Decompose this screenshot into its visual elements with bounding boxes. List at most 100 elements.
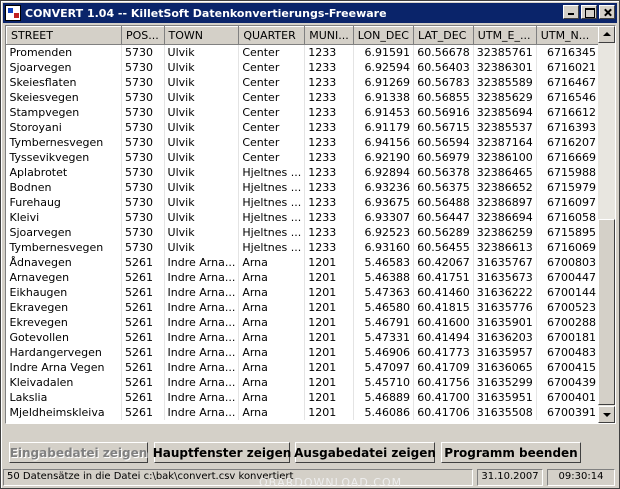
cell-lon-dec[interactable]: 5.46388	[353, 269, 415, 285]
cell-utm-n[interactable]: 6715895	[536, 224, 600, 240]
cell-lat-dec[interactable]: 60.56715	[413, 119, 474, 135]
cell-municipality[interactable]: 1233	[304, 194, 354, 210]
cell-postcode[interactable]: 5730	[121, 74, 165, 90]
cell-quarter[interactable]: Arna	[238, 404, 306, 420]
cell-lat-dec[interactable]: 60.41700	[413, 389, 474, 405]
cell-quarter[interactable]: Arna	[238, 359, 306, 375]
cell-quarter[interactable]: Arna	[238, 299, 306, 315]
cell-utm-n[interactable]: 6700415	[536, 359, 600, 375]
cell-lon-dec[interactable]: 6.93675	[353, 194, 415, 210]
cell-lon-dec[interactable]: 5.45710	[353, 374, 415, 390]
cell-street[interactable]: Eikhaugen	[6, 284, 123, 300]
cell-town[interactable]: Ulvik	[164, 89, 240, 105]
table-row[interactable]: Lakslia 5261 Indre Arna... Arna 1201 5.46889 6…	[6, 389, 600, 405]
cell-town[interactable]: Indre Arna...	[164, 329, 240, 345]
cell-town[interactable]: Indre Arna...	[164, 314, 240, 330]
cell-postcode[interactable]: 5730	[121, 149, 165, 165]
cell-utm-e[interactable]: 32386613	[473, 239, 537, 255]
table-row[interactable]: Sjoarvegen 5730 Ulvik Hjeltnes ... 1233 6.925…	[6, 224, 600, 240]
cell-lat-dec[interactable]: 60.56855	[413, 89, 474, 105]
cell-postcode[interactable]: 5261	[121, 389, 165, 405]
cell-municipality[interactable]: 1201	[304, 254, 354, 270]
cell-municipality[interactable]: 1201	[304, 389, 354, 405]
cell-utm-e[interactable]: 31635776	[473, 299, 537, 315]
cell-utm-e[interactable]: 32386259	[473, 224, 537, 240]
cell-town[interactable]: Ulvik	[164, 104, 240, 120]
cell-quarter[interactable]: Arna	[238, 374, 306, 390]
cell-utm-e[interactable]: 32385537	[473, 119, 537, 135]
maximize-icon[interactable]	[581, 5, 597, 19]
cell-quarter[interactable]: Arna	[238, 389, 306, 405]
table-row[interactable]: Skeiesvegen 5730 Ulvik Center 1233 6.91338 60.…	[6, 89, 600, 105]
cell-postcode[interactable]: 5261	[121, 344, 165, 360]
cell-municipality[interactable]: 1233	[304, 209, 354, 225]
cell-utm-n[interactable]: 6716669	[536, 149, 600, 165]
cell-utm-e[interactable]: 31635299	[473, 374, 537, 390]
cell-lat-dec[interactable]: 60.56678	[413, 44, 474, 60]
cell-lat-dec[interactable]: 60.56455	[413, 239, 474, 255]
cell-lon-dec[interactable]: 6.91269	[353, 74, 415, 90]
cell-quarter[interactable]: Center	[238, 119, 306, 135]
table-row[interactable]: Skeiesflaten 5730 Ulvik Center 1233 6.91269 60…	[6, 74, 600, 90]
cell-utm-n[interactable]: 6700391	[536, 404, 600, 420]
cell-utm-e[interactable]: 31636065	[473, 359, 537, 375]
cell-street[interactable]: Bodnen	[6, 179, 123, 195]
cell-street[interactable]: Arnavegen	[6, 269, 123, 285]
cell-quarter[interactable]: Hjeltnes ...	[238, 209, 306, 225]
scroll-down-icon[interactable]	[598, 406, 615, 423]
cell-postcode[interactable]: 5730	[121, 89, 165, 105]
cell-town[interactable]: Ulvik	[164, 149, 240, 165]
table-row[interactable]: Hardangervegen 5261 Indre Arna... Arna 1201 5…	[6, 344, 600, 360]
table-row[interactable]: Indre Arna Vegen 5261 Indre Arna... Arna 120…	[6, 359, 600, 375]
cell-lat-dec[interactable]: 60.42067	[413, 254, 474, 270]
cell-municipality[interactable]: 1201	[304, 374, 354, 390]
cell-street[interactable]: Tyssevikvegen	[6, 149, 123, 165]
cell-utm-e[interactable]: 32385629	[473, 89, 537, 105]
cell-utm-n[interactable]: 6700181	[536, 329, 600, 345]
cell-lon-dec[interactable]: 6.93307	[353, 209, 415, 225]
show-output-file-button[interactable]: Ausgabedatei zeigen	[294, 442, 436, 463]
cell-street[interactable]: Stampvegen	[6, 104, 123, 120]
column-header-quarter[interactable]: QUARTER	[238, 26, 306, 45]
cell-postcode[interactable]: 5261	[121, 284, 165, 300]
cell-municipality[interactable]: 1201	[304, 359, 354, 375]
column-header-utm-n[interactable]: UTM_N...	[535, 26, 600, 45]
cell-street[interactable]: Ekravegen	[6, 299, 123, 315]
cell-utm-n[interactable]: 6716546	[536, 89, 600, 105]
cell-municipality[interactable]: 1233	[304, 119, 354, 135]
cell-street[interactable]: Skeiesflaten	[6, 74, 123, 90]
cell-utm-e[interactable]: 31635673	[473, 269, 537, 285]
cell-quarter[interactable]: Hjeltnes ...	[238, 224, 306, 240]
cell-utm-n[interactable]: 6716207	[536, 134, 600, 150]
cell-lat-dec[interactable]: 60.41706	[413, 404, 474, 420]
cell-postcode[interactable]: 5261	[121, 329, 165, 345]
cell-lon-dec[interactable]: 6.92894	[353, 164, 415, 180]
cell-postcode[interactable]: 5261	[121, 299, 165, 315]
cell-quarter[interactable]: Center	[238, 104, 306, 120]
cell-lon-dec[interactable]: 6.92190	[353, 149, 415, 165]
cell-town[interactable]: Indre Arna...	[164, 389, 240, 405]
cell-lon-dec[interactable]: 5.47097	[353, 359, 415, 375]
cell-municipality[interactable]: 1233	[304, 89, 354, 105]
cell-utm-n[interactable]: 6700439	[536, 374, 600, 390]
cell-postcode[interactable]: 5730	[121, 209, 165, 225]
cell-utm-e[interactable]: 32386652	[473, 179, 537, 195]
table-row[interactable]: Aplabrotet 5730 Ulvik Hjeltnes ... 1233 6.928…	[6, 164, 600, 180]
cell-lat-dec[interactable]: 60.41773	[413, 344, 474, 360]
cell-quarter[interactable]: Hjeltnes ...	[238, 179, 306, 195]
cell-street[interactable]: Kleivadalen	[6, 374, 123, 390]
cell-lon-dec[interactable]: 5.46086	[353, 404, 415, 420]
column-header-lat-dec[interactable]: LAT_DEC	[413, 26, 474, 45]
cell-lat-dec[interactable]: 60.41709	[413, 359, 474, 375]
cell-postcode[interactable]: 5730	[121, 59, 165, 75]
cell-town[interactable]: Ulvik	[164, 164, 240, 180]
cell-lon-dec[interactable]: 6.92523	[353, 224, 415, 240]
cell-utm-n[interactable]: 6716097	[536, 194, 600, 210]
cell-postcode[interactable]: 5730	[121, 164, 165, 180]
cell-street[interactable]: Hardangervegen	[6, 344, 123, 360]
data-grid[interactable]: STREET POS... TOWN QUARTER MUNI... LON_D…	[5, 25, 616, 424]
cell-quarter[interactable]: Arna	[238, 284, 306, 300]
table-row[interactable]: Ådnavegen 5261 Indre Arna... Arna 1201 5.4658…	[6, 254, 600, 270]
cell-street[interactable]: Storoyani	[6, 119, 123, 135]
cell-lat-dec[interactable]: 60.56375	[413, 179, 474, 195]
